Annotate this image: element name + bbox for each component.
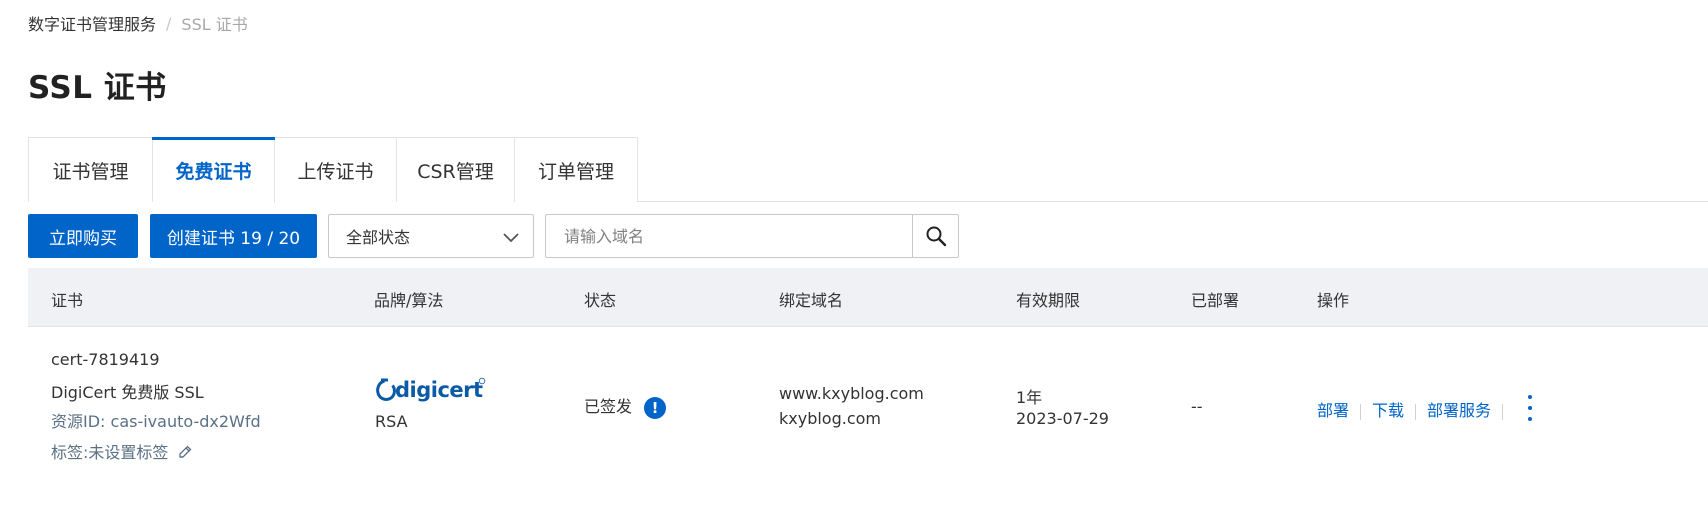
- cert-tags-label: 标签:未设置标签: [51, 443, 169, 462]
- col-header-domains: 绑定域名: [779, 291, 844, 310]
- table-header: 证书 品牌/算法 状态 绑定域名 有效期限 已部署 操作: [28, 268, 1708, 327]
- resource-id: 资源ID: cas-ivauto-dx2Wfd: [51, 412, 261, 431]
- search-icon: [926, 226, 946, 247]
- tab-free-certs[interactable]: 免费证书: [152, 137, 275, 203]
- buy-now-button[interactable]: 立即购买: [28, 214, 138, 258]
- tab-order-management[interactable]: 订单管理: [515, 138, 637, 202]
- chevron-down-icon: [503, 233, 519, 243]
- deployed-value: --: [1191, 397, 1203, 416]
- tab-csr-management[interactable]: CSR管理: [397, 138, 515, 202]
- validity-date: 2023-07-29: [1016, 409, 1109, 428]
- col-header-deployed: 已部署: [1191, 291, 1240, 310]
- cert-algorithm: RSA: [375, 412, 408, 431]
- download-link[interactable]: 下载: [1372, 401, 1404, 420]
- edit-icon: [178, 445, 191, 458]
- col-header-cert: 证书: [51, 291, 84, 310]
- row-actions: 部署 下载 部署服务: [1317, 397, 1514, 421]
- more-actions-icon[interactable]: [1520, 395, 1540, 421]
- page-title: SSL 证书: [28, 70, 167, 106]
- cert-product: DigiCert 免费版 SSL: [51, 383, 204, 402]
- col-header-brand: 品牌/算法: [374, 291, 444, 310]
- action-divider: [1415, 403, 1417, 420]
- tab-cert-management[interactable]: 证书管理: [29, 138, 153, 202]
- status-filter-select[interactable]: 全部状态: [328, 214, 534, 258]
- deploy-service-link[interactable]: 部署服务: [1427, 401, 1491, 420]
- domain-search: [545, 214, 959, 258]
- bound-domain: kxyblog.com: [779, 409, 882, 428]
- digicert-logo: digicert: [376, 377, 486, 402]
- breadcrumb-root-link[interactable]: 数字证书管理服务: [28, 11, 156, 35]
- action-divider: [1360, 403, 1362, 420]
- breadcrumb-current: SSL 证书: [181, 15, 248, 34]
- breadcrumb: 数字证书管理服务 / SSL 证书: [28, 11, 248, 35]
- svg-text:digicert: digicert: [395, 378, 483, 402]
- breadcrumb-separator: /: [166, 13, 172, 33]
- cert-status-cell: 已签发!: [584, 393, 667, 419]
- cert-status: 已签发: [584, 397, 633, 416]
- tab-upload-cert[interactable]: 上传证书: [275, 138, 397, 202]
- status-filter-value: 全部状态: [346, 228, 411, 247]
- exclamation-circle-icon[interactable]: !: [644, 396, 667, 419]
- col-header-status: 状态: [584, 291, 617, 310]
- deploy-link[interactable]: 部署: [1317, 401, 1349, 420]
- action-divider: [1502, 403, 1504, 420]
- search-button[interactable]: [912, 215, 958, 257]
- tab-bar: 证书管理 免费证书 上传证书 CSR管理 订单管理: [28, 137, 638, 203]
- bound-domain: www.kxyblog.com: [779, 384, 924, 403]
- cert-name: cert-7819419: [51, 350, 160, 369]
- col-header-actions: 操作: [1317, 291, 1350, 310]
- domain-search-input[interactable]: [546, 215, 912, 257]
- create-cert-button[interactable]: 创建证书 19 / 20: [150, 214, 317, 258]
- col-header-validity: 有效期限: [1016, 291, 1081, 310]
- cert-tags-link[interactable]: 标签:未设置标签: [51, 439, 193, 463]
- validity-period: 1年: [1016, 388, 1043, 407]
